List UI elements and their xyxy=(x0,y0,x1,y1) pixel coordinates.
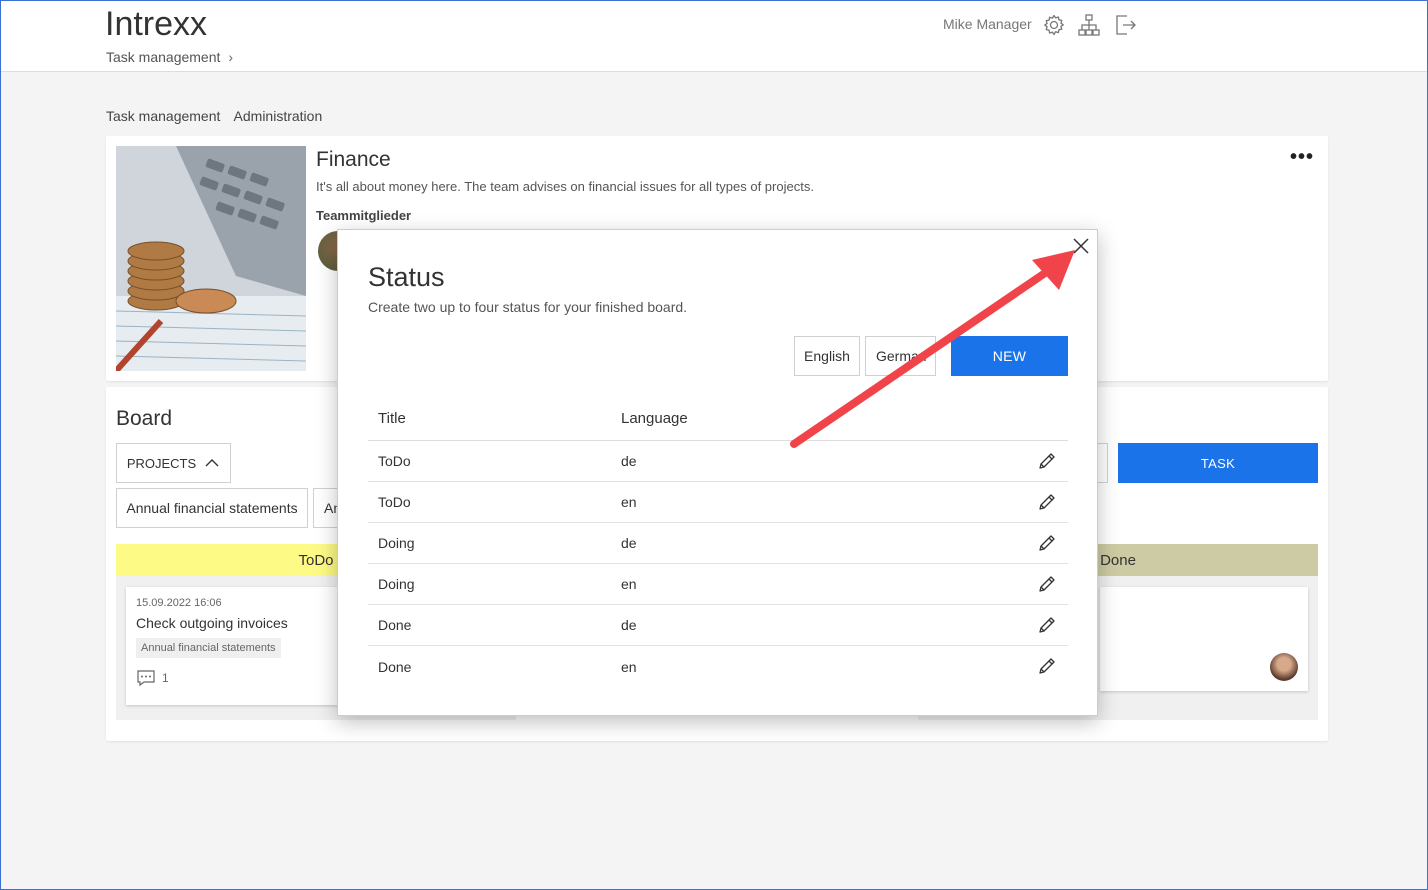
comment-icon xyxy=(137,670,155,687)
pencil-icon[interactable] xyxy=(1036,614,1058,636)
row-title: Done xyxy=(378,658,412,675)
column-header-language: Language xyxy=(621,409,688,427)
language-german-button[interactable]: German xyxy=(865,336,936,376)
table-row: Done de xyxy=(368,605,1068,646)
table-row: Doing en xyxy=(368,564,1068,605)
team-members-label: Teammitglieder xyxy=(316,208,412,223)
status-dialog: Status Create two up to four status for … xyxy=(337,229,1098,716)
sitemap-icon[interactable] xyxy=(1077,13,1101,37)
row-language: en xyxy=(621,658,637,675)
filter-label: Annual financial statements xyxy=(126,500,298,516)
sub-navigation: Task management Administration xyxy=(106,108,332,124)
pencil-icon[interactable] xyxy=(1036,573,1058,595)
add-task-button[interactable]: TASK xyxy=(1118,443,1318,483)
row-language: en xyxy=(621,494,637,510)
intrexx-logo[interactable]: Intrexx xyxy=(105,5,207,44)
pencil-icon[interactable] xyxy=(1036,532,1058,554)
task-tag: Annual financial statements xyxy=(136,638,281,658)
projects-label: PROJECTS xyxy=(126,455,197,471)
column-title: ToDo xyxy=(298,551,334,569)
table-row: Doing de xyxy=(368,523,1068,564)
team-title: Finance xyxy=(316,148,391,171)
row-title: ToDo xyxy=(378,453,411,469)
assignee-avatar xyxy=(1270,653,1298,681)
row-title: ToDo xyxy=(378,494,411,510)
column-title: Done xyxy=(1100,551,1136,569)
button-label: NEW xyxy=(992,348,1027,364)
table-row: Done en xyxy=(368,646,1068,687)
language-english-button[interactable]: English xyxy=(794,336,860,376)
dialog-title: Status xyxy=(368,262,445,292)
app-header: Intrexx Task management › Mike Manager xyxy=(1,1,1427,72)
projects-dropdown[interactable]: PROJECTS xyxy=(116,443,231,483)
chevron-up-icon xyxy=(205,459,219,467)
gear-icon[interactable] xyxy=(1042,13,1066,37)
column-header-title: Title xyxy=(378,409,406,427)
breadcrumb-item[interactable]: Task management xyxy=(106,49,220,65)
row-language: de xyxy=(621,535,637,551)
table-row: ToDo de xyxy=(368,441,1068,482)
finance-image xyxy=(116,146,306,371)
user-name[interactable]: Mike Manager xyxy=(943,16,1032,32)
comment-count: 1 xyxy=(162,671,169,685)
chevron-right-icon: › xyxy=(228,49,234,65)
row-language: de xyxy=(621,617,637,633)
filter-annual-statements[interactable]: Annual financial statements xyxy=(116,488,308,528)
close-icon[interactable] xyxy=(1071,236,1091,256)
breadcrumb[interactable]: Task management › xyxy=(106,49,233,65)
pencil-icon[interactable] xyxy=(1036,655,1058,677)
task-date: 15.09.2022 16:06 xyxy=(136,597,222,609)
pencil-icon[interactable] xyxy=(1036,450,1058,472)
task-button-label: TASK xyxy=(1200,455,1236,471)
dialog-subtitle: Create two up to four status for your fi… xyxy=(368,299,688,315)
button-label: German xyxy=(876,348,927,364)
table-header: Title Language xyxy=(368,396,1068,441)
new-status-button[interactable]: NEW xyxy=(951,336,1068,376)
logout-icon[interactable] xyxy=(1113,13,1137,37)
nav-administration[interactable]: Administration xyxy=(234,108,323,124)
row-title: Doing xyxy=(378,535,415,551)
team-description: It's all about money here. The team advi… xyxy=(316,179,814,194)
status-table: Title Language ToDo de ToDo en Doing de Doing e… xyxy=(368,396,1068,687)
row-title: Doing xyxy=(378,576,415,592)
row-title: Done xyxy=(378,617,412,633)
nav-task-management[interactable]: Task management xyxy=(106,108,220,124)
task-title: Check outgoing invoices xyxy=(136,615,288,631)
task-card-done[interactable] xyxy=(1100,587,1308,691)
row-language: de xyxy=(621,453,637,469)
pencil-icon[interactable] xyxy=(1036,491,1058,513)
more-options-icon[interactable]: ••• xyxy=(1290,146,1314,169)
table-row: ToDo en xyxy=(368,482,1068,523)
row-language: en xyxy=(621,576,637,592)
board-title: Board xyxy=(116,407,173,430)
task-comments[interactable]: 1 xyxy=(136,669,169,687)
button-label: English xyxy=(804,348,850,364)
